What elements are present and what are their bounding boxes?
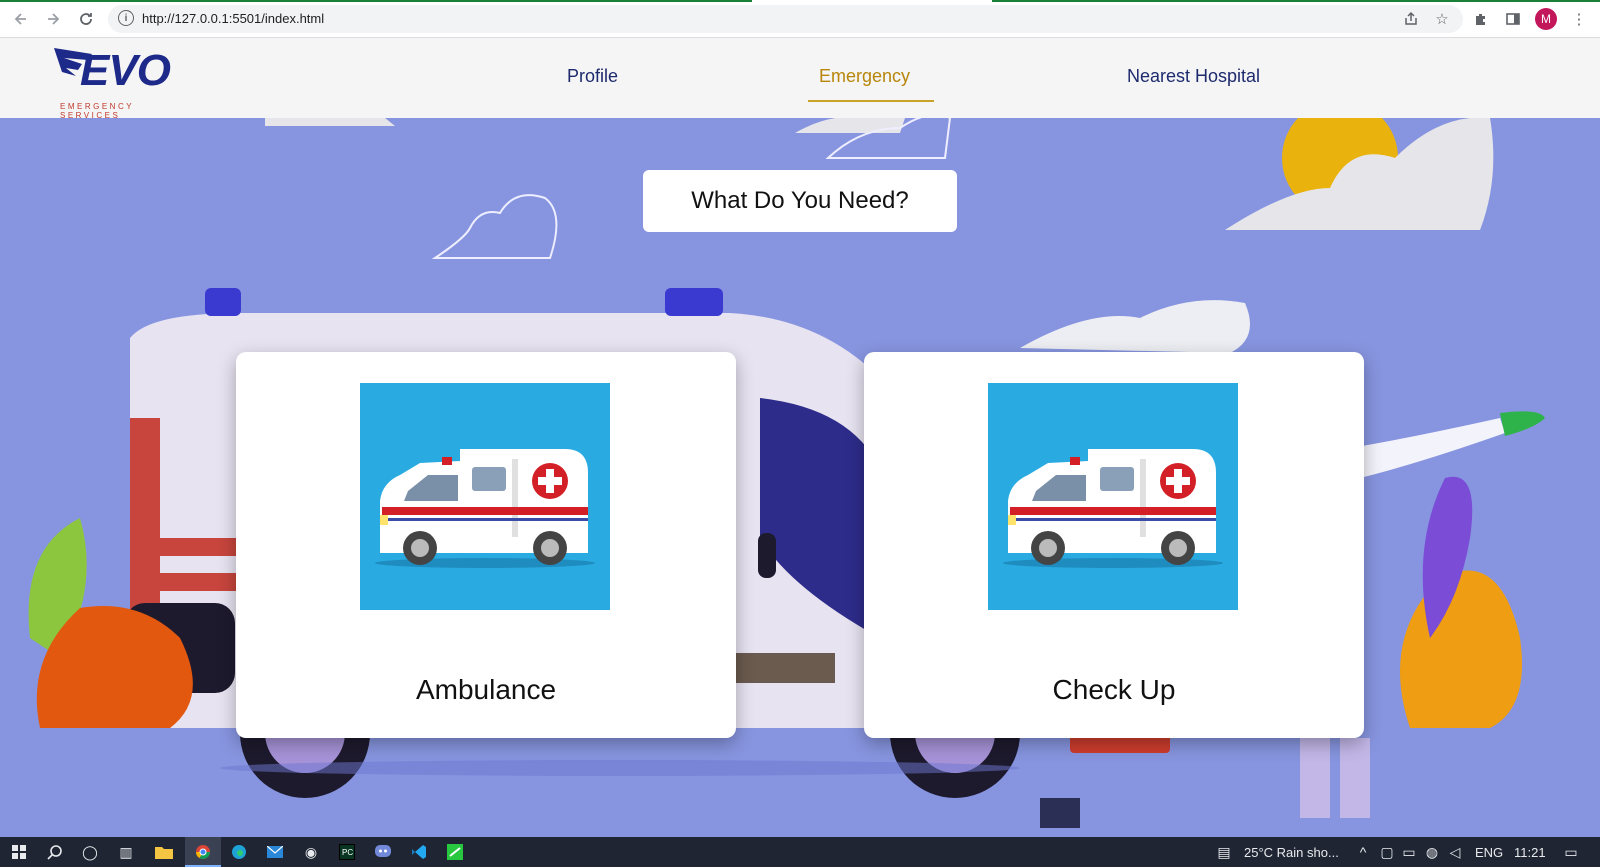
network-icon[interactable]: ◍ [1421,841,1443,863]
site-header: EVO EMERGENCY SERVICES Profile Emergency… [0,38,1600,120]
loading-indicator [0,0,1600,2]
language-indicator[interactable]: ENG [1475,845,1503,860]
weather-icon[interactable]: ▤ [1213,841,1235,863]
clock-time[interactable]: 11:21 [1514,845,1546,860]
notifications-icon[interactable]: ▭ [1560,841,1582,863]
search-icon[interactable] [44,841,66,863]
url-text[interactable]: http://127.0.0.1:5501/index.html [142,11,324,26]
edge-icon[interactable] [228,841,250,863]
star-icon[interactable]: ☆ [1431,8,1453,30]
svg-text:PC: PC [342,848,353,857]
address-bar[interactable]: i http://127.0.0.1:5501/index.html [108,5,1463,33]
evo-logo[interactable]: EVO EMERGENCY SERVICES [52,44,182,120]
file-explorer-icon[interactable] [153,841,175,863]
nav-emergency[interactable]: Emergency [819,66,910,87]
puzzle-icon[interactable] [1470,8,1492,30]
mail-icon[interactable] [264,841,286,863]
checkup-card[interactable]: Check Up [864,352,1364,738]
active-nav-underline [808,100,934,102]
chrome-icon[interactable] [192,841,214,863]
discord-icon[interactable] [372,841,394,863]
weather-text[interactable]: 25°C Rain sho... [1244,845,1339,860]
cortana-icon[interactable]: ◯ [79,841,101,863]
nav-nearest-hospital[interactable]: Nearest Hospital [1127,66,1260,87]
reload-icon[interactable] [75,8,97,30]
arrow-right-icon[interactable] [42,8,64,30]
volume-icon[interactable]: ◁ [1444,841,1466,863]
task-view-icon[interactable]: ▥ [115,841,137,863]
checkup-card-label[interactable]: Check Up [864,674,1364,706]
windows-taskbar: ◯ ▥ ◉ PC ▤ 25°C Rain sho... ^ ▢ ▭ ◍ ◁ EN… [0,837,1600,867]
obs-icon[interactable]: ◉ [300,841,322,863]
ambulance-card-label[interactable]: Ambulance [236,674,736,706]
side-panel-icon[interactable] [1502,8,1524,30]
share-icon[interactable] [1400,8,1422,30]
pycharm-icon[interactable]: PC [336,841,358,863]
arrow-left-icon[interactable] [10,8,32,30]
vscode-icon[interactable] [408,841,430,863]
meet-now-icon[interactable]: ▢ [1376,841,1398,863]
windows-start-icon[interactable] [8,841,30,863]
question-heading: What Do You Need? [643,170,957,232]
info-icon[interactable]: i [118,10,134,26]
browser-toolbar: i http://127.0.0.1:5501/index.html ☆ M ⋮ [0,0,1600,38]
nav-profile[interactable]: Profile [567,66,618,87]
ambulance-card[interactable]: Ambulance [236,352,736,738]
kebab-menu-icon[interactable]: ⋮ [1568,8,1590,30]
ambulance-image [360,383,610,610]
checkup-image [988,383,1238,610]
battery-icon[interactable]: ▭ [1398,841,1420,863]
green-app-icon[interactable] [444,841,466,863]
chevron-up-icon[interactable]: ^ [1352,841,1374,863]
profile-avatar[interactable]: M [1535,8,1557,30]
logo-text: EVO [80,46,171,95]
